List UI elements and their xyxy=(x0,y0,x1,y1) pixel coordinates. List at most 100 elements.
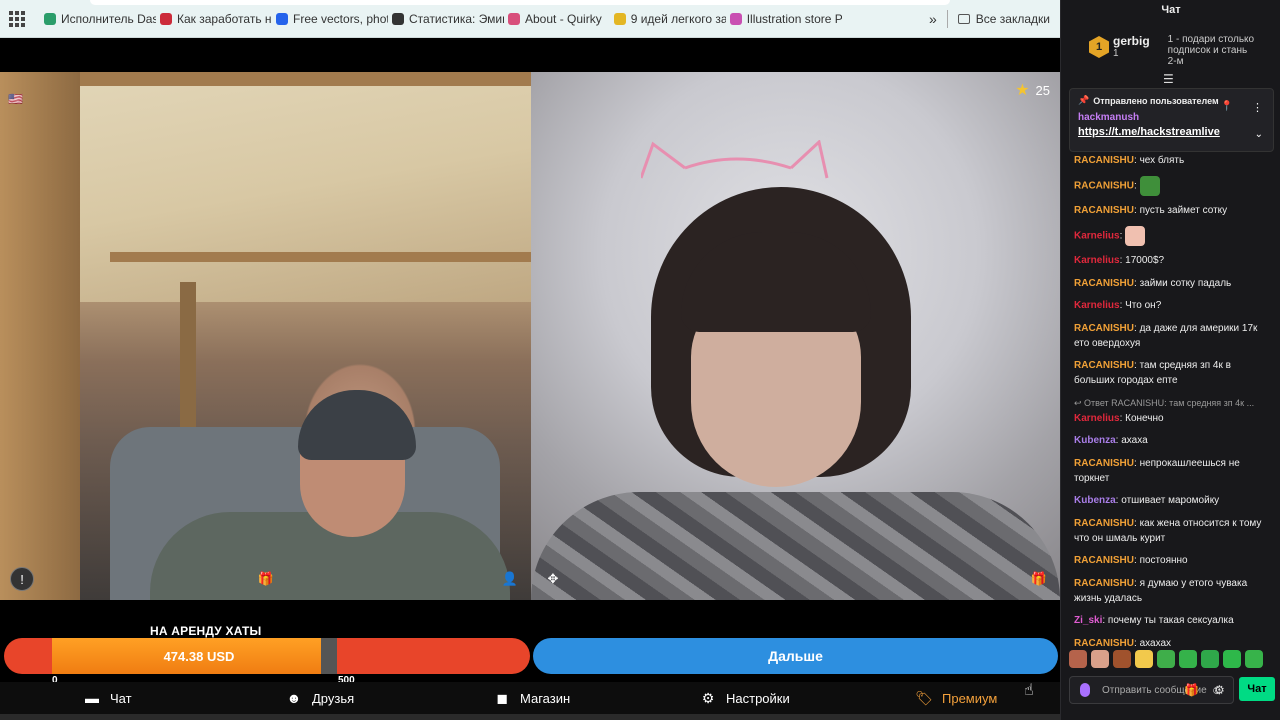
apps-grid-icon[interactable] xyxy=(8,10,26,28)
shopping-bag-icon: ◼ xyxy=(496,689,508,706)
gift-icon[interactable]: 🎁 xyxy=(1027,567,1051,591)
nav-premium[interactable]: 🏷 Премиум xyxy=(915,682,998,714)
bookmark-favicon-icon xyxy=(44,12,56,25)
chat-username[interactable]: Karnelius xyxy=(1074,255,1120,266)
emote-icon[interactable] xyxy=(1223,650,1241,668)
chat-separator: : xyxy=(1134,180,1140,192)
bookmarks-separator xyxy=(946,9,948,28)
bookmark-favicon-icon xyxy=(276,12,288,25)
chat-message: RACANISHU: пусть займет сотку xyxy=(1074,203,1274,218)
profile-icon[interactable]: 👤 xyxy=(498,567,522,591)
country-flag-icon: 🇺🇸 xyxy=(8,92,23,106)
chat-username[interactable]: Zi_ski xyxy=(1074,615,1102,626)
nav-premium-label: Премиум xyxy=(942,690,998,706)
chat-message: RACANISHU: займи сотку падаль xyxy=(1074,276,1274,291)
top-gifter[interactable]: 1 gerbig 1 1 - подари столько подписок и… xyxy=(1089,34,1256,67)
bookmark-item[interactable]: Как заработать на... xyxy=(156,7,272,31)
chat-username[interactable]: Kubenza xyxy=(1074,495,1116,506)
bookmark-item[interactable]: About - Quirky xyxy=(504,7,610,31)
bookmark-item[interactable]: Illustration store Pic... xyxy=(726,7,842,31)
chat-message: Kubenza: ахаха xyxy=(1074,433,1274,448)
chat-username[interactable]: RACANISHU xyxy=(1074,180,1134,191)
chat-username[interactable]: RACANISHU xyxy=(1074,360,1134,371)
bookmark-item[interactable]: Статистика: Эмигра... xyxy=(388,7,504,31)
pinned-message[interactable]: 📌 Отправлено пользователем hackmanush ht… xyxy=(1069,88,1274,152)
bookmarks-more-icon[interactable]: » xyxy=(919,11,947,27)
nav-settings[interactable]: ⚙ Настройки xyxy=(700,682,790,714)
emote-icon[interactable] xyxy=(1179,650,1197,668)
ceiling xyxy=(60,72,531,302)
emote-icon[interactable] xyxy=(1135,650,1153,668)
bookmark-item[interactable]: 9 идей легкого зар... xyxy=(610,7,726,31)
chat-username[interactable]: RACANISHU xyxy=(1074,638,1134,649)
likes-counter: ★ 25 xyxy=(1015,80,1050,100)
header-strip xyxy=(0,38,1060,72)
chat-message: RACANISHU: да даже для америки 17к ето о… xyxy=(1074,321,1274,351)
chat-message: RACANISHU: чех блять xyxy=(1074,153,1274,168)
gift-icon[interactable]: 🎁 xyxy=(254,567,278,591)
bookmark-item[interactable]: Исполнитель Dash... xyxy=(40,7,156,31)
beanie xyxy=(298,390,416,460)
ceiling-beam xyxy=(110,252,531,262)
bookmarks-bar: Исполнитель Dash... Как заработать на... F… xyxy=(0,0,1060,38)
more-options-icon[interactable]: ⋮ xyxy=(1252,101,1263,114)
chat-menu-icon[interactable]: ☰ xyxy=(1163,72,1174,86)
chat-username[interactable]: RACANISHU xyxy=(1074,155,1134,166)
likes-count: 25 xyxy=(1035,82,1050,98)
chat-username[interactable]: Karnelius xyxy=(1074,300,1120,311)
emote-icon[interactable] xyxy=(1091,650,1109,668)
nav-friends-label: Друзья xyxy=(312,690,355,706)
chat-message: Karnelius: Что он? xyxy=(1074,298,1274,313)
emote-icon xyxy=(1125,225,1146,246)
emote-icon[interactable] xyxy=(1245,650,1263,668)
bookmark-favicon-icon xyxy=(160,12,172,25)
nav-shop[interactable]: ◼ Магазин xyxy=(494,682,570,714)
nav-chat[interactable]: ▬ Чат xyxy=(84,682,132,714)
bookmark-label: Как заработать на... xyxy=(177,11,272,26)
chat-text: займи сотку падаль xyxy=(1139,277,1232,289)
emote-icon[interactable] xyxy=(1069,650,1087,668)
chat-username[interactable]: RACANISHU xyxy=(1074,323,1134,334)
pinned-by-label: Отправлено пользователем xyxy=(1093,95,1219,106)
unpin-icon[interactable]: 📍 xyxy=(1221,101,1233,112)
shirt xyxy=(531,492,1060,600)
all-bookmarks-label: Все закладки xyxy=(975,11,1050,26)
chat-username[interactable]: RACANISHU xyxy=(1074,578,1134,589)
microphone-icon[interactable] xyxy=(1080,683,1090,697)
next-button[interactable]: Дальше xyxy=(533,638,1058,674)
chat-username[interactable]: RACANISHU xyxy=(1074,458,1134,469)
chat-message: RACANISHU: xyxy=(1074,175,1274,196)
chat-username[interactable]: RACANISHU xyxy=(1074,278,1134,289)
pin-icon: 📌 xyxy=(1078,95,1090,105)
donation-goal-bar[interactable]: 474.38 USD xyxy=(4,638,530,674)
gamepad-icon[interactable]: ✥ xyxy=(541,567,565,591)
emote-icon[interactable] xyxy=(1157,650,1175,668)
nav-friends[interactable]: ☻ Друзья xyxy=(286,682,355,714)
chat-text: почему ты такая сексуалка xyxy=(1107,615,1234,626)
chat-username[interactable]: RACANISHU xyxy=(1074,205,1134,216)
chat-username[interactable]: Karnelius xyxy=(1074,230,1120,241)
chat-message: RACANISHU: там средняя зп 4к в больших г… xyxy=(1074,358,1274,388)
chat-username[interactable]: RACANISHU xyxy=(1074,518,1134,529)
chevron-down-icon[interactable]: ⌄ xyxy=(1255,129,1263,140)
emote-icon[interactable] xyxy=(1201,650,1219,668)
all-bookmarks-folder[interactable]: Все закладки xyxy=(957,11,1060,26)
emote-icon[interactable] xyxy=(1113,650,1131,668)
pinned-user: hackmanush xyxy=(1078,112,1140,123)
chat-username[interactable]: Kubenza xyxy=(1074,435,1116,446)
emote-icon xyxy=(1139,175,1160,196)
chat-message: Karnelius: 17000$? xyxy=(1074,253,1274,268)
ceiling-beam xyxy=(80,72,531,86)
top-gifter-count: 1 xyxy=(1113,48,1119,59)
chat-input[interactable]: Отправить сообщение ☺ xyxy=(1069,676,1234,704)
chat-username[interactable]: RACANISHU xyxy=(1074,555,1134,566)
chat-username[interactable]: Karnelius xyxy=(1074,413,1120,424)
gift-icon[interactable]: 🎁 xyxy=(1184,683,1199,697)
bookmark-label: Статистика: Эмигра... xyxy=(409,11,504,26)
bookmark-item[interactable]: Free vectors, photos... xyxy=(272,7,388,31)
gear-icon[interactable]: ⚙ xyxy=(1214,683,1225,697)
report-icon[interactable]: ! xyxy=(10,567,34,591)
chat-send-button[interactable]: Чат xyxy=(1239,677,1275,701)
bottom-divider xyxy=(0,714,1060,720)
pinned-link[interactable]: https://t.me/hackstreamlive xyxy=(1078,126,1265,138)
